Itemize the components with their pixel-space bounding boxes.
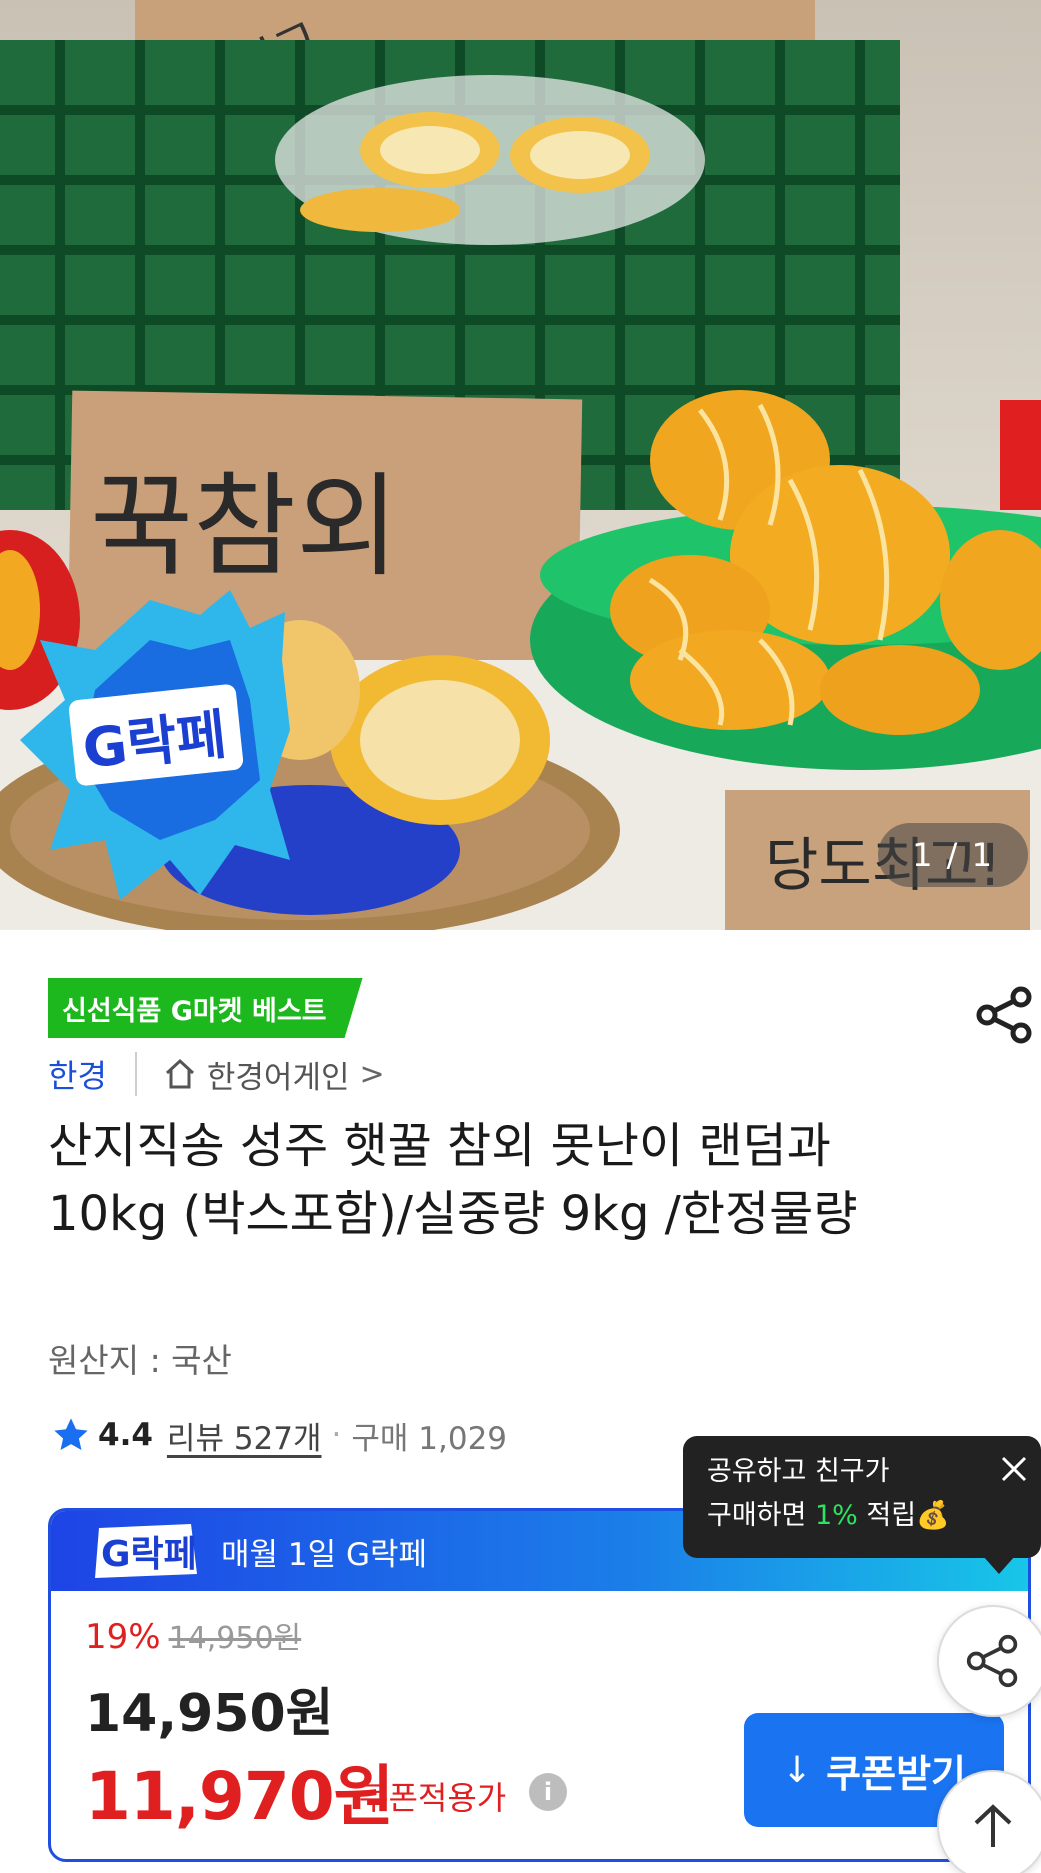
download-icon: ↓ [781, 1749, 813, 1791]
floating-share-button[interactable] [937, 1605, 1041, 1717]
store-name: 한경어게인 [206, 1059, 350, 1096]
rating-row: 4.4 리뷰 527개 · 구매 1,029 [52, 1410, 507, 1460]
tooltip-line2: 구매하면 1% 적립💰 [707, 1500, 950, 1531]
tooltip-highlight: 1% [814, 1500, 858, 1531]
product-origin: 원산지 : 국산 [48, 1341, 232, 1380]
card-header-text: 매월 1일 G락페 [221, 1536, 428, 1573]
home-icon [165, 1058, 194, 1089]
brand-divider [134, 1052, 137, 1096]
close-icon[interactable] [999, 1454, 1029, 1484]
g-rakpe-mini-logo: G락페 [95, 1524, 197, 1578]
rating-score: 4.4 [98, 1417, 153, 1453]
card-logo-text: G락페 [101, 1534, 197, 1575]
discount-rate: 19% [85, 1617, 161, 1657]
get-coupon-label: 쿠폰받기 [826, 1751, 966, 1796]
image-counter: 1 / 1 [878, 823, 1028, 887]
discount-row: 19% 14,950원 [85, 1613, 301, 1657]
product-image[interactable]: 당도 최고 꾹참외 [0, 0, 1041, 930]
scroll-top-button[interactable] [937, 1770, 1041, 1873]
share-icon[interactable] [975, 985, 1035, 1045]
product-title: 산지직송 성주 햇꿀 참외 못난이 랜덤과 10kg (박스포함)/실중량 9k… [48, 1118, 858, 1242]
coupon-price: 11,970원 [85, 1758, 394, 1835]
chevron-right-icon: > [359, 1056, 385, 1092]
tooltip-line1: 공유하고 친구가 [707, 1456, 890, 1487]
share-icon [966, 1634, 1018, 1688]
main-sign-text: 꾹참외 [90, 462, 399, 592]
brand-link[interactable]: 한경 [48, 1051, 107, 1097]
best-badge: 신선식품 G마켓 베스트 [48, 978, 363, 1038]
sale-price: 14,950원 [85, 1684, 334, 1744]
share-tooltip: 공유하고 친구가 구매하면 1% 적립💰 [683, 1436, 1041, 1574]
store-link[interactable]: 한경어게인 > [163, 1052, 385, 1097]
arrow-up-icon [974, 1804, 1012, 1847]
coupon-price-label: 쿠폰적용가 [359, 1779, 507, 1817]
star-icon [54, 1418, 88, 1451]
brand-row: 한경 한경어게인 > [48, 1046, 385, 1102]
info-icon[interactable]: i [529, 1773, 567, 1811]
product-photo-illustration: 당도 최고 꾹참외 [0, 0, 1041, 930]
rating-separator: · [331, 1417, 342, 1453]
purchase-count: 구매 1,029 [351, 1420, 508, 1457]
review-count-link[interactable]: 리뷰 527개 [167, 1413, 322, 1458]
price-card: G락페 매월 1일 G락페 19% 14,950원 14,950원 11,970… [48, 1508, 1031, 1862]
original-price: 14,950원 [168, 1621, 302, 1656]
